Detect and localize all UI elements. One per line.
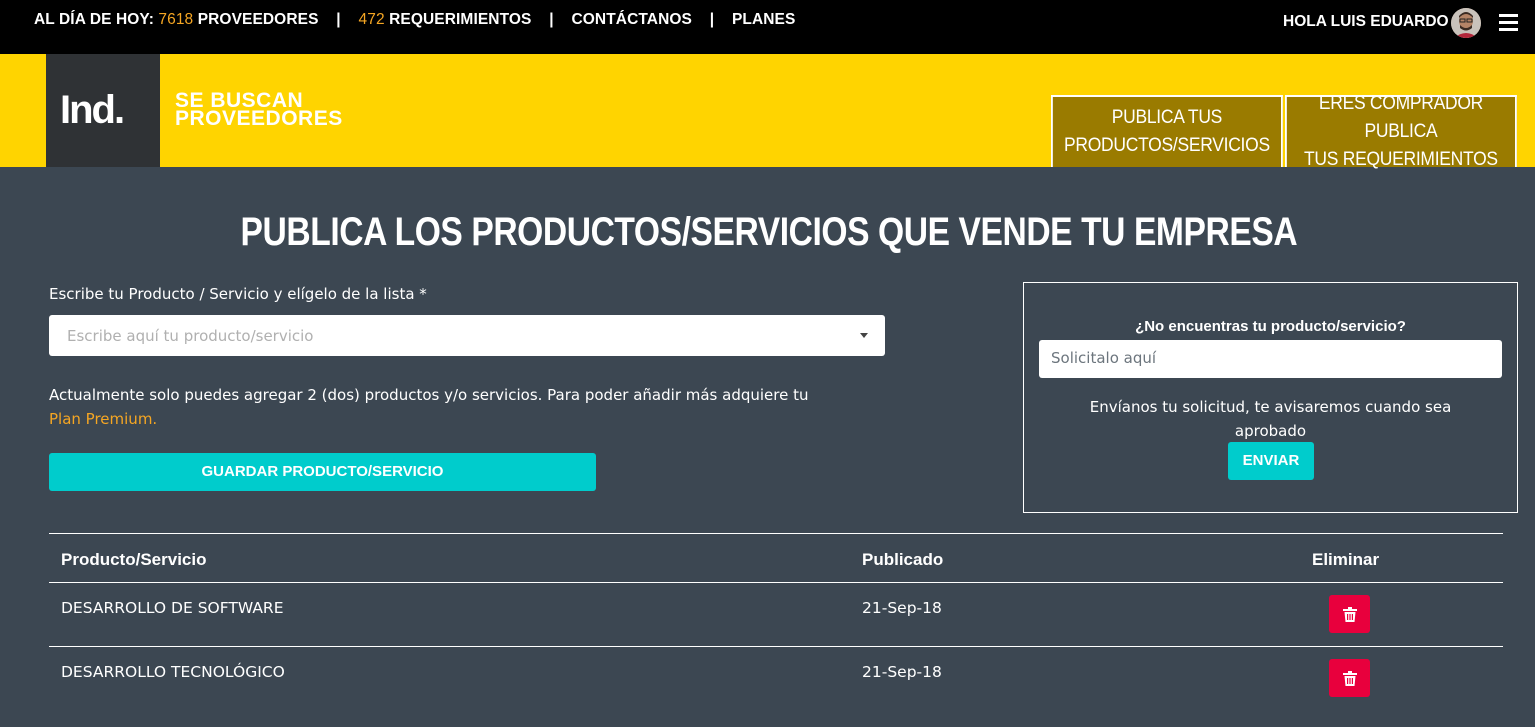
avatar[interactable] [1451, 8, 1481, 38]
trash-icon [1342, 670, 1357, 686]
product-name: DESARROLLO DE SOFTWARE [61, 599, 284, 617]
published-date: 21-Sep-18 [862, 663, 942, 681]
column-header-product: Producto/Servicio [61, 550, 207, 569]
buyer-requirements-button[interactable]: ERES COMPRADOR PUBLICA TUS REQUERIMIENTO… [1285, 93, 1517, 170]
plans-link[interactable]: PLANES [732, 11, 795, 28]
nav-separator: | [336, 11, 341, 28]
tagline: SE BUSCAN PROVEEDORES [175, 90, 343, 130]
plan-limit-note: Actualmente solo puedes agregar 2 (dos) … [49, 383, 889, 431]
column-header-published: Publicado [862, 550, 944, 569]
request-product-input[interactable]: Solicitalo aquí [1039, 340, 1502, 378]
delete-button[interactable] [1329, 659, 1370, 697]
logo-text: Ind. [60, 88, 125, 132]
nav-separator: | [549, 11, 554, 28]
logo[interactable]: Ind. [46, 54, 160, 167]
buyer-button-line1: ERES COMPRADOR PUBLICA [1318, 93, 1484, 142]
request-product-panel: ¿No encuentras tu producto/servicio? Sol… [1023, 282, 1518, 513]
providers-count: 7618 [158, 11, 194, 28]
product-field-label: Escribe tu Producto / Servicio y elígelo… [49, 285, 427, 303]
send-request-button[interactable]: ENVIAR [1228, 442, 1314, 480]
publish-products-button[interactable]: PUBLICA TUS PRODUCTOS/SERVICIOS [1051, 95, 1283, 167]
stats-nav: AL DÍA DE HOY: 7618 PROVEEDORES | 472 REQU… [34, 11, 795, 29]
publish-button-line1: PUBLICA TUS [1111, 107, 1223, 128]
product-search-placeholder: Escribe aquí tu producto/servicio [67, 327, 314, 345]
product-name: DESARROLLO TECNOLÓGICO [61, 663, 285, 681]
products-table: Producto/Servicio Publicado Eliminar DES… [49, 533, 1503, 709]
tagline-line2: PROVEEDORES [175, 107, 343, 130]
buyer-button-line2: TUS REQUERIMIENTOS [1304, 149, 1498, 170]
trash-icon [1342, 606, 1357, 622]
nav-separator: | [709, 11, 715, 28]
note-text: Actualmente solo puedes agregar 2 (dos) … [49, 386, 809, 404]
chevron-down-icon [860, 333, 868, 338]
menu-icon[interactable] [1499, 14, 1518, 31]
save-product-button[interactable]: GUARDAR PRODUCTO/SERVICIO [49, 453, 596, 491]
column-header-delete: Eliminar [1312, 550, 1380, 569]
table-header-row: Producto/Servicio Publicado Eliminar [49, 533, 1503, 583]
plan-premium-link[interactable]: Plan Premium. [49, 410, 157, 428]
request-panel-title: ¿No encuentras tu producto/servicio? [1135, 318, 1406, 335]
table-row: DESARROLLO TECNOLÓGICO 21-Sep-18 [49, 646, 1503, 709]
table-row: DESARROLLO DE SOFTWARE 21-Sep-18 [49, 583, 1503, 646]
published-date: 21-Sep-18 [862, 599, 942, 617]
site-header: Ind. SE BUSCAN PROVEEDORES PUBLICA TUS P… [0, 54, 1535, 170]
delete-button[interactable] [1329, 595, 1370, 633]
user-avatar-icon [1451, 8, 1481, 38]
request-panel-text: Envíanos tu solicitud, te avisaremos cua… [1089, 398, 1452, 440]
publish-button-line2: PRODUCTOS/SERVICIOS [1063, 135, 1270, 156]
contact-link[interactable]: CONTÁCTANOS [571, 11, 692, 28]
top-bar: AL DÍA DE HOY: 7618 PROVEEDORES | 472 REQU… [0, 0, 1535, 54]
requirements-link[interactable]: REQUERIMIENTOS [389, 11, 531, 28]
providers-label: PROVEEDORES [197, 11, 319, 28]
stats-prefix: AL DÍA DE HOY: [34, 11, 154, 28]
user-greeting[interactable]: HOLA LUIS EDUARDO [1283, 13, 1449, 31]
product-search-select[interactable]: Escribe aquí tu producto/servicio [49, 315, 885, 356]
page-title: PUBLICA LOS PRODUCTOS/SERVICIOS QUE VEND… [240, 210, 1298, 254]
requirements-count: 472 [358, 11, 385, 28]
